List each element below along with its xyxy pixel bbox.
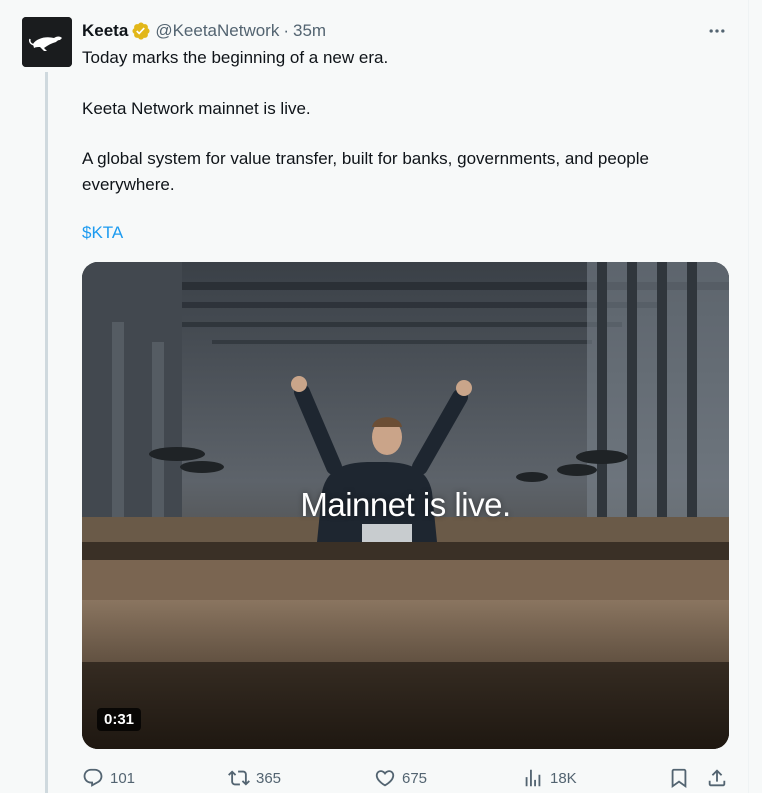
repost-button[interactable]: 365 <box>228 766 281 790</box>
share-button[interactable] <box>706 766 728 790</box>
share-icon <box>708 769 726 787</box>
more-horizontal-icon <box>709 29 725 33</box>
cashtag-link[interactable]: $KTA <box>82 220 742 246</box>
like-count: 675 <box>402 769 428 787</box>
reply-button[interactable]: 101 <box>82 766 135 790</box>
reply-count: 101 <box>110 769 136 787</box>
tweet-text-line-1: Today marks the beginning of a new era. <box>82 48 389 67</box>
bookmark-button[interactable] <box>668 766 690 790</box>
video-player[interactable]: Mainnet is live. 0:31 <box>82 262 729 749</box>
header-separator: · <box>283 21 290 40</box>
tweet-header: Keeta @KeetaNetwork · 35m <box>82 20 326 42</box>
video-overlay-text: Mainnet is live. <box>300 486 511 523</box>
reply-icon <box>83 768 103 787</box>
verified-badge-icon[interactable] <box>131 21 151 41</box>
more-button[interactable] <box>706 20 728 42</box>
views-button[interactable]: 18K <box>522 766 577 790</box>
thread-line <box>45 72 48 793</box>
tweet-text-line-3: A global system for value transfer, buil… <box>82 149 649 194</box>
repost-count: 365 <box>256 769 282 787</box>
avatar[interactable] <box>22 17 72 67</box>
timeline-border <box>748 0 749 793</box>
author-handle[interactable]: @KeetaNetwork <box>155 21 279 41</box>
tweet-timestamp[interactable]: 35m <box>293 21 326 41</box>
bookmark-icon <box>671 768 687 789</box>
video-duration: 0:31 <box>97 708 142 731</box>
heart-icon <box>375 770 395 787</box>
repost-icon <box>228 770 250 786</box>
tweet-actions: 101 365 675 18K <box>82 766 732 790</box>
like-button[interactable]: 675 <box>374 766 427 790</box>
views-chart-icon <box>525 769 541 787</box>
author-name[interactable]: Keeta <box>82 21 128 41</box>
tweet-text-line-2: Keeta Network mainnet is live. <box>82 99 311 118</box>
views-count: 18K <box>550 769 577 787</box>
keeta-cheetah-logo-icon <box>22 17 72 67</box>
